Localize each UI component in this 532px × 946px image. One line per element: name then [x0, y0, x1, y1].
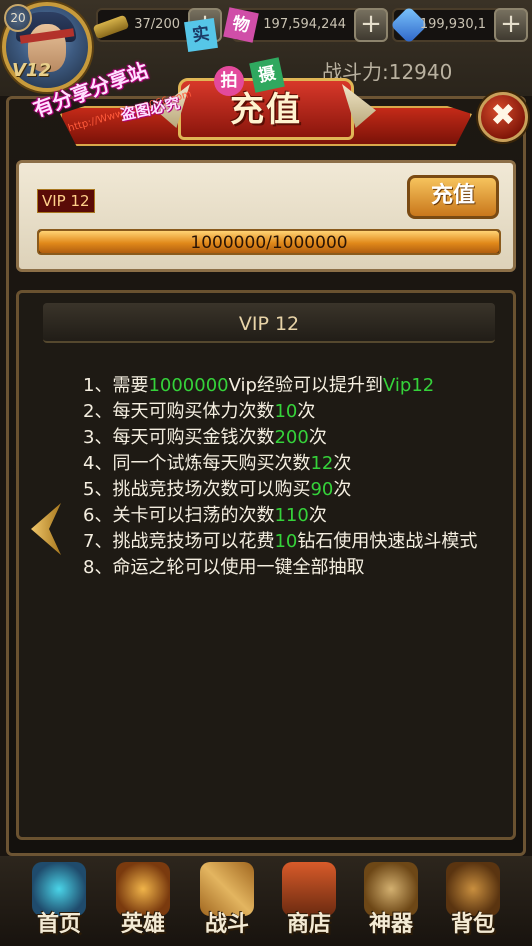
- privilege-text: 次: [333, 479, 352, 500]
- privilege-text: 钻石使用快速战斗模式: [297, 531, 478, 552]
- nav-heroes[interactable]: 英雄: [102, 862, 184, 942]
- nav-home[interactable]: 首页: [18, 862, 100, 942]
- nav-label: 首页: [36, 912, 81, 937]
- keys-value: 37/200: [134, 17, 180, 32]
- privilege-item: 4、同一个试炼每天购买次数12次: [83, 451, 503, 477]
- highlight-value: Vip12: [382, 375, 435, 396]
- highlight-value: 10: [274, 531, 298, 552]
- privilege-text: 8、命运之轮可以使用一键全部抽取: [83, 557, 365, 578]
- watermark-box: 拍: [214, 66, 244, 96]
- vip-progress-box: VIP 12 充值 1000000/1000000: [16, 160, 516, 272]
- privilege-text: 6、关卡可以扫荡的次数: [83, 505, 275, 526]
- privilege-text: Vip经验可以提升到: [228, 375, 383, 396]
- nav-label: 商店: [286, 912, 331, 937]
- privilege-text: 次: [308, 427, 327, 448]
- diamond-resource: 199,930,1 +: [390, 6, 528, 44]
- privilege-item: 8、命运之轮可以使用一键全部抽取: [83, 555, 503, 581]
- privilege-text: 次: [297, 401, 316, 422]
- highlight-value: 200: [274, 427, 309, 448]
- privilege-text: 次: [308, 505, 327, 526]
- privileges-header: VIP 12: [43, 303, 495, 343]
- privilege-text: 5、挑战竞技场次数可以购买: [83, 479, 311, 500]
- nav-shop[interactable]: 商店: [268, 862, 350, 942]
- vip-progress-bar: 1000000/1000000: [37, 229, 501, 255]
- vip-privileges-panel: VIP 12 1、需要1000000Vip经验可以提升到Vip12 2、每天可购买…: [16, 290, 516, 840]
- nav-artifacts[interactable]: 神器: [350, 862, 432, 942]
- vip-tag: V12: [12, 60, 51, 81]
- nav-backpack[interactable]: 背包: [432, 862, 514, 942]
- privilege-text: 次: [333, 453, 352, 474]
- close-button[interactable]: ✖: [478, 92, 528, 142]
- privilege-text: 2、每天可购买体力次数: [83, 401, 275, 422]
- privilege-item: 5、挑战竞技场次数可以购买90次: [83, 477, 503, 503]
- highlight-value: 10: [274, 401, 298, 422]
- privilege-item: 1、需要1000000Vip经验可以提升到Vip12: [83, 373, 503, 399]
- privilege-item: 7、挑战竞技场可以花费10钻石使用快速战斗模式: [83, 529, 503, 555]
- highlight-value: 110: [274, 505, 309, 526]
- recharge-button[interactable]: 充值: [407, 175, 499, 219]
- privilege-text: 1、需要: [83, 375, 149, 396]
- watermark-box: 摄: [249, 57, 285, 93]
- privileges-list: 1、需要1000000Vip经验可以提升到Vip12 2、每天可购买体力次数10次…: [83, 373, 503, 581]
- privilege-text: 7、挑战竞技场可以花费: [83, 531, 275, 552]
- diamond-value: 199,930,1: [419, 17, 486, 32]
- bottom-nav: 首页 英雄 战斗 商店 神器 背包: [0, 856, 532, 946]
- watermark-box: 物: [223, 7, 259, 43]
- privilege-item: 6、关卡可以扫荡的次数110次: [83, 503, 503, 529]
- highlight-value: 90: [310, 479, 334, 500]
- privilege-item: 2、每天可购买体力次数10次: [83, 399, 503, 425]
- privilege-item: 3、每天可购买金钱次数200次: [83, 425, 503, 451]
- nav-label: 战斗: [204, 912, 249, 937]
- player-level-badge: 20: [4, 4, 32, 32]
- nav-label: 英雄: [120, 912, 165, 937]
- key-icon: [92, 14, 130, 40]
- privilege-text: 4、同一个试炼每天购买次数: [83, 453, 311, 474]
- highlight-value: 1000000: [148, 375, 229, 396]
- progress-text: 1000000/1000000: [190, 233, 348, 253]
- nav-battle[interactable]: 战斗: [186, 862, 268, 942]
- privilege-text: 3、每天可购买金钱次数: [83, 427, 275, 448]
- gold-value: 197,594,244: [263, 17, 346, 32]
- privileges-title: VIP 12: [238, 313, 300, 335]
- nav-label: 神器: [368, 912, 413, 937]
- vip-level-label: VIP 12: [37, 189, 95, 213]
- add-gold-button[interactable]: +: [354, 8, 388, 42]
- add-diamonds-button[interactable]: +: [494, 8, 528, 42]
- nav-label: 背包: [450, 912, 495, 937]
- watermark-box: 实: [184, 18, 218, 52]
- highlight-value: 12: [310, 453, 334, 474]
- prev-vip-arrow-icon[interactable]: [31, 503, 61, 555]
